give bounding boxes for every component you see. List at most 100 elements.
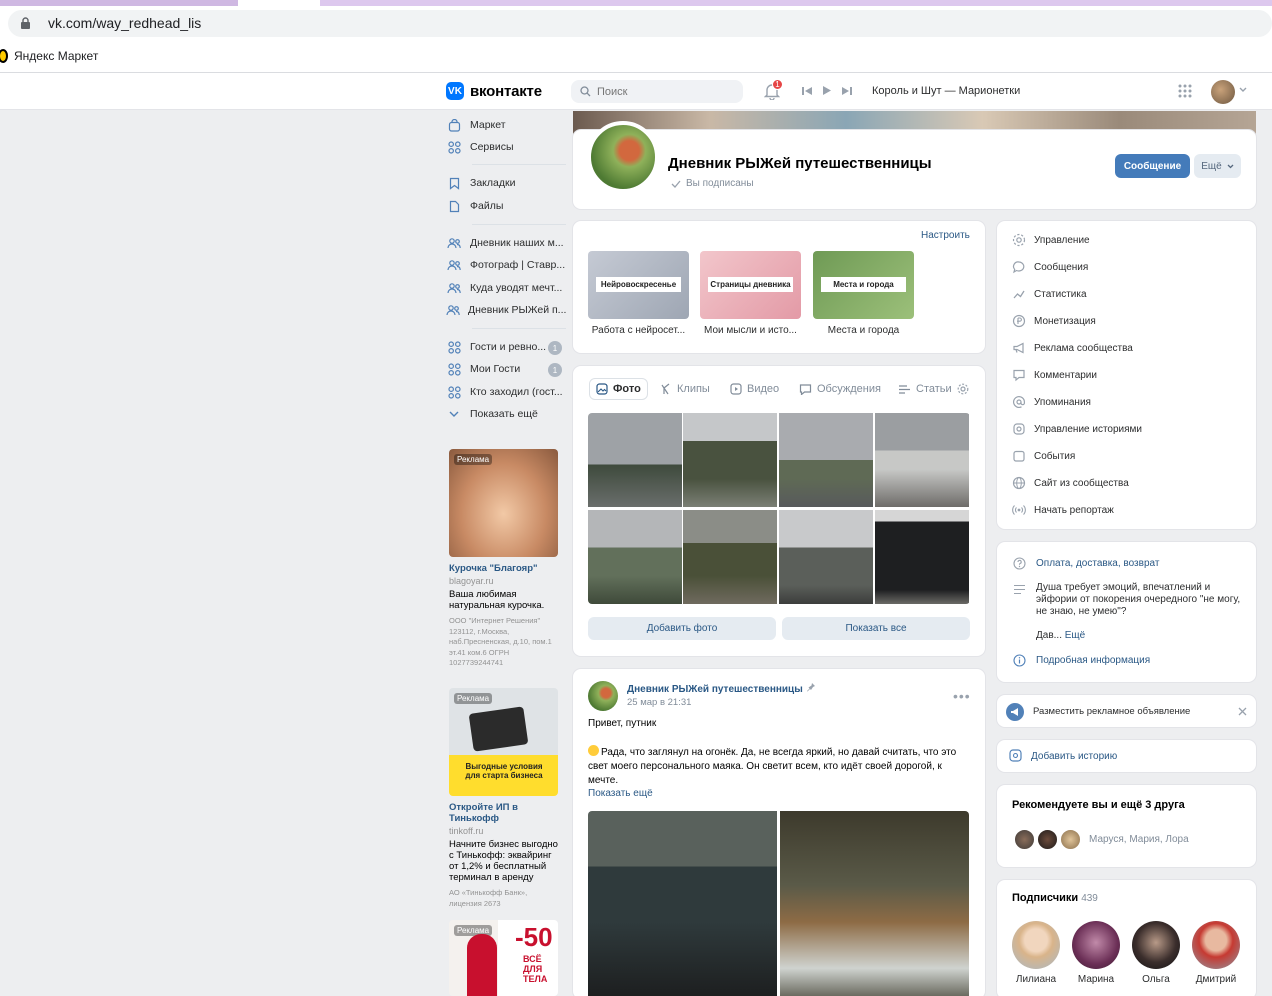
now-playing-track[interactable]: Король и Шут — Марионетки	[872, 85, 1020, 97]
photo-thumbnail[interactable]	[588, 510, 682, 604]
menu-item-community-ads[interactable]: Реклама сообщества	[1012, 340, 1133, 356]
play-icon[interactable]	[822, 85, 832, 96]
friend-avatar[interactable]	[1036, 828, 1059, 851]
photo-thumbnail[interactable]	[779, 413, 873, 507]
sidebar-item-market[interactable]: Маркет	[446, 114, 566, 136]
sidebar-item-app-guests[interactable]: Гости и ревно... 1	[446, 336, 566, 358]
ad-image[interactable]: Реклама	[449, 449, 558, 557]
ad-domain[interactable]: blagoyar.ru	[449, 576, 559, 586]
album-item[interactable]: Нейровоскресенье Работа с нейросет...	[588, 251, 689, 336]
sidebar-item-group-3[interactable]: Куда уводят мечт...	[446, 277, 566, 299]
album-thumbnail[interactable]: Страницы дневника	[700, 251, 801, 319]
menu-item-comments[interactable]: Комментарии	[1012, 367, 1097, 383]
vk-logo[interactable]: VK вконтакте	[446, 82, 542, 100]
photo-thumbnail[interactable]	[588, 413, 682, 507]
apps-grid-icon[interactable]	[1178, 84, 1192, 98]
photo-thumbnail[interactable]	[683, 510, 777, 604]
description-more-link[interactable]: Ещё	[1065, 630, 1085, 641]
recommend-names[interactable]: Маруся, Мария, Лора	[1089, 834, 1189, 845]
tab-photos[interactable]: Фото	[589, 378, 648, 400]
album-item[interactable]: Места и города Места и города	[813, 251, 914, 336]
menu-item-events[interactable]: События	[1012, 448, 1075, 464]
menu-item-website[interactable]: Сайт из сообщества	[1012, 475, 1129, 491]
photo-thumbnail[interactable]	[683, 413, 777, 507]
menu-item-messages[interactable]: Сообщения	[1012, 259, 1088, 275]
tab-video[interactable]: Видео	[730, 378, 779, 400]
post-photo[interactable]	[588, 811, 777, 996]
photo-thumbnail[interactable]	[875, 413, 969, 507]
add-story-label[interactable]: Добавить историю	[1031, 751, 1117, 762]
tab-discussions[interactable]: Обсуждения	[799, 378, 881, 400]
albums-settings-link[interactable]: Настроить	[921, 230, 970, 241]
subscriber-name[interactable]: Лилиана	[1011, 974, 1061, 985]
tab-clips[interactable]: Клипы	[660, 378, 710, 400]
sidebar-item-files[interactable]: Файлы	[446, 195, 566, 217]
subscribers-header[interactable]: Подписчики 439	[1012, 892, 1098, 904]
subscriber-avatar[interactable]	[1012, 921, 1060, 969]
next-track-icon[interactable]	[841, 86, 852, 96]
ad-fashion[interactable]: Реклама -50 ВСЁ ДЛЯ ТЕЛА	[449, 920, 559, 996]
post-author-avatar[interactable]	[588, 681, 618, 711]
album-item[interactable]: Страницы дневника Мои мысли и исто...	[700, 251, 801, 336]
menu-item-broadcast[interactable]: Начать репортаж	[1012, 502, 1114, 518]
sidebar-item-bookmarks[interactable]: Закладки	[446, 172, 566, 194]
show-all-button[interactable]: Показать все	[782, 617, 970, 640]
menu-item-manage[interactable]: Управление	[1012, 232, 1090, 248]
subscription-status[interactable]: Вы подписаны	[671, 178, 754, 189]
sidebar-item-services[interactable]: Сервисы	[446, 136, 566, 158]
sidebar-item-my-guests[interactable]: Мои Гости 1	[446, 358, 566, 380]
ad-domain[interactable]: tinkoff.ru	[449, 826, 559, 836]
subscriber-name[interactable]: Марина	[1071, 974, 1121, 985]
post-show-more[interactable]: Показать ещё	[588, 788, 653, 799]
search-box[interactable]	[571, 80, 743, 103]
post-author[interactable]: Дневник РЫЖей путешественницы	[627, 682, 816, 695]
bookmark-yandex-market[interactable]: Яндекс Маркет	[0, 49, 98, 63]
url-field[interactable]: vk.com/way_redhead_lis	[8, 10, 1272, 37]
ad-image[interactable]: Реклама Выгодные условия для старта бизн…	[449, 688, 558, 796]
chevron-down-icon[interactable]	[1239, 87, 1247, 93]
sidebar-item-who-visited[interactable]: Кто заходил (гост...	[446, 381, 566, 403]
payment-delivery-link[interactable]: Оплата, доставка, возврат	[1036, 558, 1159, 569]
message-button[interactable]: Сообщение	[1115, 154, 1190, 178]
menu-item-stories[interactable]: Управление историями	[1012, 421, 1142, 437]
subscriber-name[interactable]: Дмитрий	[1191, 974, 1241, 985]
sidebar-item-group-2[interactable]: Фотограф | Ставр...	[446, 254, 566, 276]
sidebar-item-group-1[interactable]: Дневник наших м...	[446, 232, 566, 254]
user-avatar[interactable]	[1211, 80, 1235, 104]
post-menu-icon[interactable]: •••	[953, 688, 971, 704]
album-thumbnail[interactable]: Места и города	[813, 251, 914, 319]
sidebar-item-label: Куда уводят мечт...	[470, 282, 563, 294]
subscriber-name[interactable]: Ольга	[1131, 974, 1181, 985]
sidebar-item-group-4[interactable]: Дневник РЫЖей п...	[446, 299, 566, 321]
ad-title[interactable]: Откройте ИП в Тинькофф	[449, 802, 559, 824]
post-date[interactable]: 25 мар в 21:31	[627, 697, 691, 708]
post-photo[interactable]	[780, 811, 969, 996]
menu-item-statistics[interactable]: Статистика	[1012, 286, 1087, 302]
subscriber-avatar[interactable]	[1192, 921, 1240, 969]
tab-articles[interactable]: Статьи	[898, 378, 952, 400]
gear-icon[interactable]	[957, 383, 969, 395]
menu-item-mentions[interactable]: Упоминания	[1012, 394, 1091, 410]
photo-thumbnail[interactable]	[779, 510, 873, 604]
more-button[interactable]: Ещё	[1194, 154, 1241, 178]
ad-blagoyar[interactable]: Реклама Курочка "Благояр" blagoyar.ru Ва…	[449, 449, 559, 669]
friend-avatar[interactable]	[1013, 828, 1036, 851]
menu-item-monetization[interactable]: Монетизация	[1012, 313, 1096, 329]
add-photo-button[interactable]: Добавить фото	[588, 617, 776, 640]
notifications-button[interactable]: 1	[763, 79, 783, 103]
search-input[interactable]	[597, 83, 737, 100]
friend-avatar[interactable]	[1059, 828, 1082, 851]
previous-track-icon[interactable]	[802, 86, 813, 96]
subscriber-avatar[interactable]	[1132, 921, 1180, 969]
subscriber-avatar[interactable]	[1072, 921, 1120, 969]
ad-title[interactable]: Курочка "Благояр"	[449, 563, 559, 574]
lock-icon[interactable]	[20, 17, 31, 29]
ad-tinkoff[interactable]: Реклама Выгодные условия для старта бизн…	[449, 688, 559, 909]
photo-thumbnail[interactable]	[875, 510, 969, 604]
album-thumbnail[interactable]: Нейровоскресенье	[588, 251, 689, 319]
ad-image[interactable]: Реклама -50 ВСЁ ДЛЯ ТЕЛА	[449, 920, 558, 996]
close-icon[interactable]	[1238, 707, 1247, 716]
details-link[interactable]: Подробная информация	[1036, 655, 1150, 666]
sidebar-show-more[interactable]: Показать ещё	[446, 403, 566, 425]
community-avatar[interactable]	[587, 121, 659, 193]
